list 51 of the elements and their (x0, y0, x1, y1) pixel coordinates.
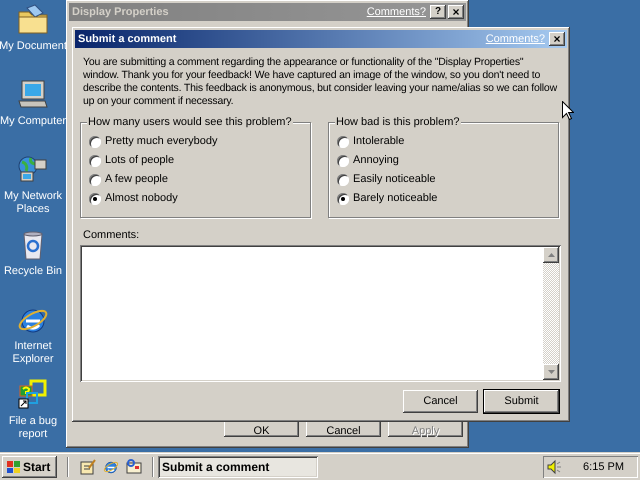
option-label: Annoying (353, 154, 399, 167)
down-arrow-icon (548, 370, 554, 374)
cursor-icon (562, 101, 574, 121)
up-arrow-icon (548, 253, 554, 257)
question-squares-icon[interactable] (17, 379, 49, 411)
taskbar-button[interactable]: Submit a comment (158, 456, 318, 478)
scroll-down-button[interactable] (543, 364, 559, 380)
icon-label: Internet Explorer (12, 340, 54, 366)
icon-label: My Network Places (2, 190, 64, 216)
close-button[interactable]: × (549, 32, 565, 46)
radio-button[interactable] (89, 136, 101, 148)
group-label: How many users would see this problem? (87, 116, 293, 129)
scrollbar[interactable] (543, 247, 559, 380)
radio-button[interactable] (337, 154, 349, 166)
window-icon[interactable] (125, 458, 142, 476)
option-label: Pretty much everybody (105, 135, 218, 148)
comments-field[interactable] (80, 245, 561, 382)
radio-button[interactable] (89, 154, 101, 166)
radio-button[interactable] (89, 174, 101, 186)
help-button[interactable]: ? (430, 5, 446, 19)
icon-label: My Document (0, 40, 68, 53)
browser-icon[interactable] (102, 458, 119, 476)
window-title: Display Properties (72, 4, 170, 20)
close-button[interactable]: × (448, 5, 464, 19)
icon-label: My Computer (0, 115, 68, 128)
radio-button[interactable] (337, 174, 349, 186)
dialog-button[interactable]: Cancel (403, 390, 478, 413)
option-label: Intolerable (353, 135, 404, 148)
option-label: Almost nobody (105, 192, 178, 205)
comments-label: Comments: (83, 229, 140, 242)
option-label: Barely noticeable (353, 192, 438, 205)
window-title: Submit a comment (78, 32, 178, 47)
notepad-icon[interactable] (79, 458, 96, 476)
icon-label: File a bug report (8, 415, 58, 441)
icon-label: Recycle Bin (2, 265, 64, 278)
dialog-button[interactable]: Cancel (306, 421, 381, 437)
dialog-button[interactable]: OK (224, 421, 299, 437)
speaker-icon[interactable] (547, 459, 563, 475)
start-button[interactable]: Start (2, 456, 57, 478)
dialog-button[interactable]: Submit (484, 390, 559, 413)
clock-text: 6:15 PM (583, 460, 624, 475)
option-label: Easily noticeable (353, 173, 436, 186)
message-text: You are submitting a comment regarding the appearance or functionality of the "Display Properties" window. Thank you for your feedback! We have captured an image of the window, so you don't need to describe the contents. This feedback is anonymous, but consider leaving your name/alias so we can follow up on your comment if necessary. (82, 56, 558, 108)
option-label: A few people (105, 173, 168, 186)
windows-logo-icon (5, 460, 21, 474)
radio-button[interactable] (89, 192, 101, 204)
group-label: How bad is this problem? (335, 116, 461, 129)
radio-button[interactable] (337, 192, 349, 204)
option-label: Lots of people (105, 154, 174, 167)
radio-button[interactable] (337, 136, 349, 148)
scroll-up-button[interactable] (543, 247, 559, 263)
